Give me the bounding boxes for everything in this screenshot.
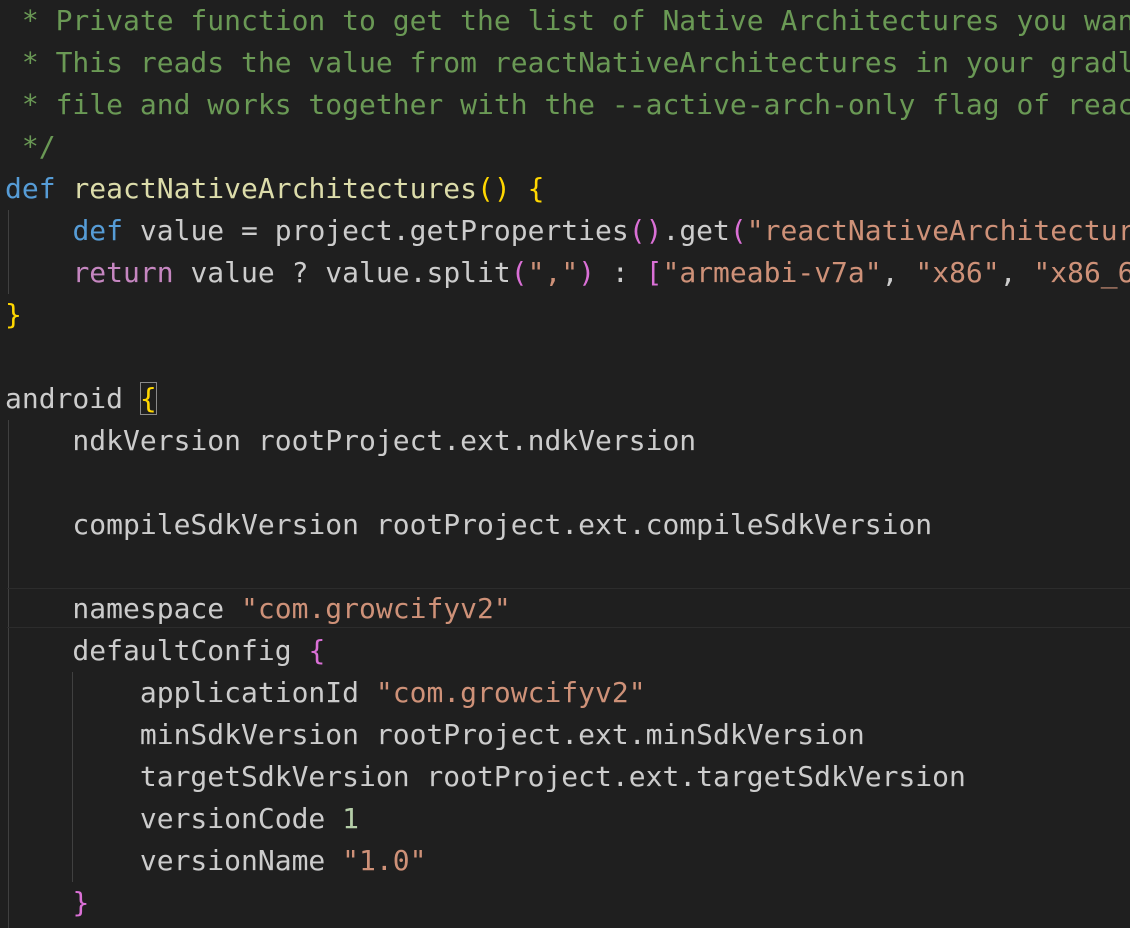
code-token: 1 bbox=[342, 802, 360, 835]
code-line[interactable] bbox=[5, 336, 1130, 378]
code-token: .get bbox=[662, 214, 730, 247]
code-token: versionCode bbox=[5, 802, 343, 835]
code-line[interactable]: def value = project.getProperties().get(… bbox=[5, 210, 1130, 252]
code-token: versionName bbox=[5, 844, 343, 877]
code-token: "armeabi-v7a" bbox=[662, 256, 882, 289]
code-line[interactable]: } bbox=[5, 882, 1130, 924]
code-token: def bbox=[5, 172, 56, 205]
code-line[interactable]: targetSdkVersion rootProject.ext.targetS… bbox=[5, 756, 1130, 798]
code-line[interactable]: } bbox=[5, 294, 1130, 336]
code-token: namespace bbox=[5, 592, 242, 625]
code-token: "," bbox=[527, 256, 579, 289]
code-line[interactable]: versionName "1.0" bbox=[5, 840, 1130, 882]
code-line[interactable]: compileSdkVersion rootProject.ext.compil… bbox=[5, 504, 1130, 546]
code-token: android bbox=[5, 382, 140, 415]
code-token: minSdkVersion rootProject.ext.minSdkVers… bbox=[5, 718, 865, 751]
code-token: "com.growcifyv2" bbox=[375, 676, 646, 709]
code-token: } bbox=[72, 886, 90, 919]
code-token: ) bbox=[578, 256, 596, 289]
code-token: () bbox=[628, 214, 663, 247]
matched-bracket: { bbox=[139, 382, 157, 415]
code-token: ( bbox=[510, 256, 528, 289]
code-token: reactNativeArchitectures bbox=[72, 172, 478, 205]
code-line[interactable]: minSdkVersion rootProject.ext.minSdkVers… bbox=[5, 714, 1130, 756]
code-token: : bbox=[595, 256, 646, 289]
code-token: return bbox=[72, 256, 174, 289]
code-line[interactable]: return value ? value.split(",") : ["arme… bbox=[5, 252, 1130, 294]
code-token: value ? value.split bbox=[173, 256, 511, 289]
code-line[interactable]: applicationId "com.growcifyv2" bbox=[5, 672, 1130, 714]
code-token: applicationId bbox=[5, 676, 376, 709]
code-line[interactable] bbox=[5, 546, 1130, 588]
code-lines[interactable]: * Private function to get the list of Na… bbox=[5, 0, 1130, 924]
code-editor[interactable]: * Private function to get the list of Na… bbox=[0, 0, 1130, 928]
code-token: () bbox=[477, 172, 511, 205]
code-line[interactable]: versionCode 1 bbox=[5, 798, 1130, 840]
code-line[interactable]: * This reads the value from reactNativeA… bbox=[5, 42, 1130, 84]
code-token: value = project.getProperties bbox=[123, 214, 629, 247]
code-line[interactable]: * Private function to get the list of Na… bbox=[5, 0, 1130, 42]
code-line[interactable]: ndkVersion rootProject.ext.ndkVersion bbox=[5, 420, 1130, 462]
code-token: targetSdkVersion rootProject.ext.targetS… bbox=[5, 760, 966, 793]
code-token: [ bbox=[645, 256, 663, 289]
code-token: "com.growcifyv2" bbox=[241, 592, 511, 625]
code-token: "x86_64" bbox=[1033, 256, 1130, 289]
code-token: "1.0" bbox=[342, 844, 427, 877]
code-token: { bbox=[527, 172, 545, 205]
code-token: defaultConfig bbox=[5, 634, 309, 667]
code-token: "x86" bbox=[915, 256, 1000, 289]
code-line[interactable]: defaultConfig { bbox=[5, 630, 1130, 672]
code-line-current[interactable]: namespace "com.growcifyv2" bbox=[5, 588, 1130, 630]
code-token: compileSdkVersion rootProject.ext.compil… bbox=[5, 508, 933, 541]
code-token: } bbox=[5, 298, 22, 331]
code-line[interactable]: android { bbox=[5, 378, 1130, 420]
code-line[interactable]: def reactNativeArchitectures() { bbox=[5, 168, 1130, 210]
code-token: ( bbox=[729, 214, 747, 247]
code-token: , bbox=[999, 256, 1034, 289]
code-line[interactable]: */ bbox=[5, 126, 1130, 168]
code-token: * This reads the value from reactNativeA… bbox=[21, 46, 1130, 79]
code-line[interactable]: * file and works together with the --act… bbox=[5, 84, 1130, 126]
code-token: * Private function to get the list of Na… bbox=[21, 4, 1130, 37]
code-line[interactable] bbox=[5, 462, 1130, 504]
code-token: def bbox=[72, 214, 124, 247]
code-token: { bbox=[308, 634, 326, 667]
code-token: ndkVersion rootProject.ext.ndkVersion bbox=[5, 424, 697, 457]
code-token: * file and works together with the --act… bbox=[21, 88, 1130, 121]
code-token: */ bbox=[5, 130, 56, 163]
code-token: "reactNativeArchitectures" bbox=[746, 214, 1130, 247]
code-token: , bbox=[881, 256, 916, 289]
